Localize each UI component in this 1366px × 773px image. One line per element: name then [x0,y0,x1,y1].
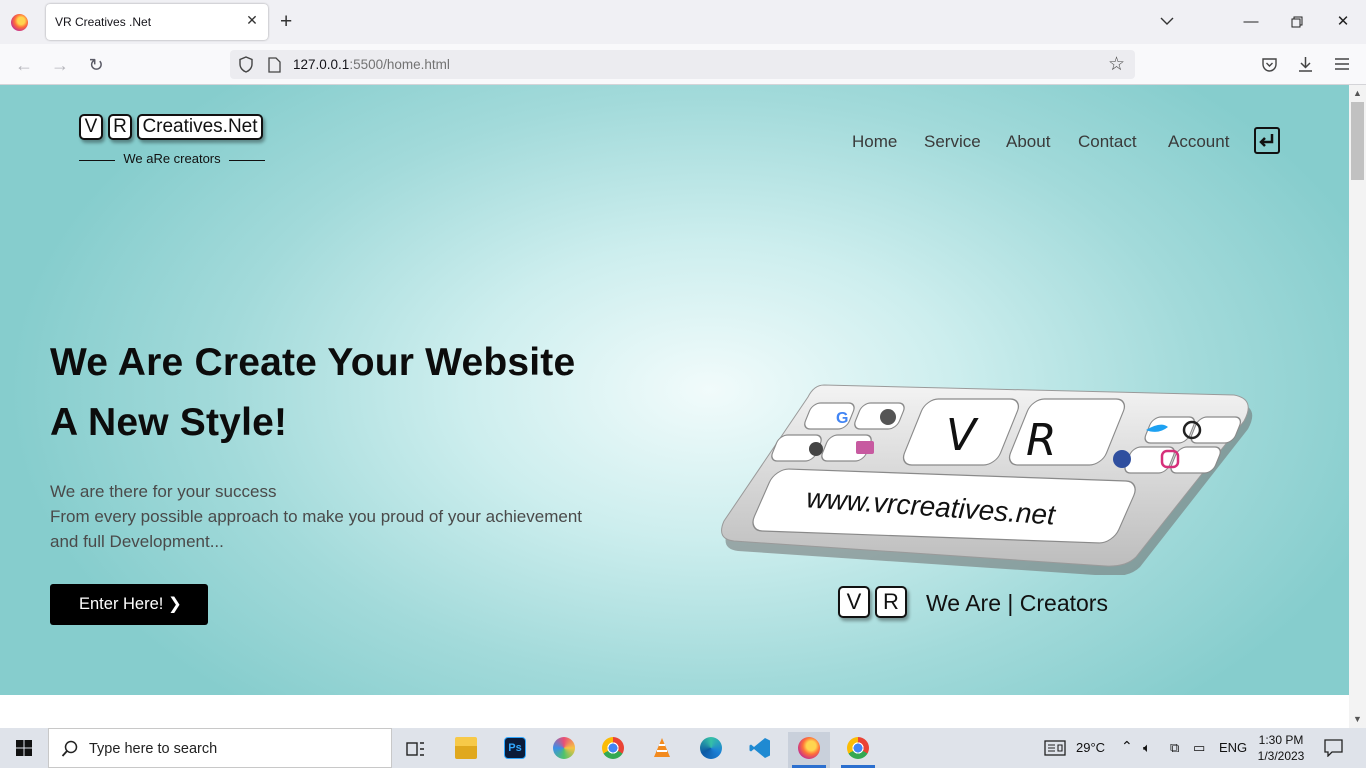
close-tab-icon[interactable]: ✕ [244,12,260,28]
vlc-button[interactable] [641,732,683,768]
logo-tagline: We aRe creators [79,151,265,166]
keyboard-caption: V R We Are | Creators [838,586,1128,620]
vscode-button[interactable] [739,732,781,768]
url-host: 127.0.0.1 [293,57,350,72]
enter-arrow-icon [1259,134,1274,147]
enter-here-button[interactable]: Enter Here! ❯ [50,584,208,625]
nav-account[interactable]: Account [1168,132,1229,152]
address-bar[interactable]: 127.0.0.1:5500/home.html ☆ [230,50,1135,79]
page-viewport: V R Creatives.Net We aRe creators Home S… [0,85,1349,728]
weather-temperature[interactable]: 29°C [1076,740,1105,755]
app-menu-icon[interactable] [1334,57,1350,71]
scroll-down-icon[interactable]: ▼ [1353,714,1362,724]
hero-section: V R Creatives.Net We aRe creators Home S… [0,85,1349,695]
logo-key-v: V [79,114,103,140]
keyboard-key-r: R [1026,415,1057,466]
back-button[interactable]: ← [13,54,35,76]
firefox-icon [798,737,820,759]
list-all-tabs-icon[interactable] [1159,13,1175,29]
url-path: :5500/home.html [349,57,450,72]
hero-text-line3: and full Development... [50,532,224,551]
url-text: 127.0.0.1:5500/home.html [293,57,450,72]
tab-title: VR Creatives .Net [55,15,152,29]
logo-name: Creatives.Net [137,114,263,140]
search-placeholder: Type here to search [89,741,218,757]
edge-button[interactable] [690,732,732,768]
nav-home[interactable]: Home [852,132,897,152]
caption-text: We Are | Creators [926,590,1108,616]
page-scrollbar[interactable]: ▲ ▼ [1349,85,1366,728]
vlc-icon [654,738,670,757]
browser-tab[interactable]: VR Creatives .Net ✕ [46,4,268,40]
keyboard-illustration: G V R www.vrcreatives.net [721,384,1253,575]
hero-heading-line1: We Are Create Your Website [50,341,576,384]
keyboard-key-v: V [946,410,979,461]
vscode-icon [749,738,770,758]
svg-text:G: G [836,410,848,427]
nav-contact[interactable]: Contact [1078,132,1137,152]
hero-text-line1: We are there for your success [50,482,277,501]
windows-logo-icon [16,740,32,756]
firefox-button[interactable] [788,732,830,768]
site-logo[interactable]: V R Creatives.Net We aRe creators [79,114,265,166]
bookmark-star-icon[interactable]: ☆ [1108,53,1125,76]
system-clock[interactable]: 1:30 PM 1/3/2023 [1252,732,1310,764]
hero-text-line2: From every possible approach to make you… [50,507,582,526]
show-hidden-icons-icon[interactable]: ⌃ [1121,738,1133,755]
volume-icon[interactable]: 🔈︎ [1143,740,1151,756]
caption-key-r: R [875,586,907,618]
clock-time: 1:30 PM [1258,733,1304,747]
taskbar-search-box[interactable]: Type here to search [48,728,392,768]
login-button[interactable] [1254,127,1280,154]
notifications-icon[interactable] [1324,739,1343,757]
battery-icon[interactable]: ▭ [1193,740,1205,756]
hero-heading-line2: A New Style! [50,401,288,444]
chrome-button[interactable] [592,732,634,768]
task-view-button[interactable] [395,732,437,768]
news-widget-icon[interactable] [1044,740,1066,756]
firefox-view-icon[interactable] [11,14,28,31]
nav-service[interactable]: Service [924,132,981,152]
browser-tab-strip: VR Creatives .Net ✕ + — ✕ [0,0,1366,44]
windows-taskbar: Type here to search Ps 29°C ⌃ 🔈︎ ⧉ ▭ ENG… [0,728,1366,768]
photoshop-button[interactable]: Ps [494,732,536,768]
file-explorer-button[interactable] [445,732,487,768]
paint-icon [553,737,575,759]
paint-button[interactable] [543,732,585,768]
reload-button[interactable]: ↻ [85,54,107,76]
scroll-up-icon[interactable]: ▲ [1353,88,1362,98]
scroll-thumb[interactable] [1351,102,1364,180]
tracking-shield-icon[interactable] [238,56,254,73]
language-indicator[interactable]: ENG [1219,740,1247,755]
network-icon[interactable]: ⧉ [1170,740,1179,756]
nav-about[interactable]: About [1006,132,1050,152]
chrome-profile-button[interactable] [837,732,879,768]
chrome-icon [602,737,624,759]
task-view-icon [406,742,424,756]
photoshop-icon: Ps [504,737,526,759]
restore-button[interactable] [1285,10,1309,34]
clock-date: 1/3/2023 [1257,749,1305,763]
downloads-icon[interactable] [1297,55,1314,73]
page-info-icon[interactable] [268,57,281,73]
edge-icon [700,737,722,759]
chrome-profile-icon [847,737,869,759]
start-button[interactable] [0,728,48,768]
close-window-button[interactable]: ✕ [1331,10,1355,34]
file-explorer-icon [455,737,477,759]
search-icon [61,740,78,757]
browser-toolbar: ← → ↻ 127.0.0.1:5500/home.html ☆ [0,44,1366,85]
minimize-button[interactable]: — [1239,10,1263,34]
pocket-icon[interactable] [1261,56,1278,73]
forward-button[interactable]: → [49,54,71,76]
caption-key-v: V [838,586,870,618]
logo-key-r: R [108,114,132,140]
new-tab-button[interactable]: + [280,11,292,32]
